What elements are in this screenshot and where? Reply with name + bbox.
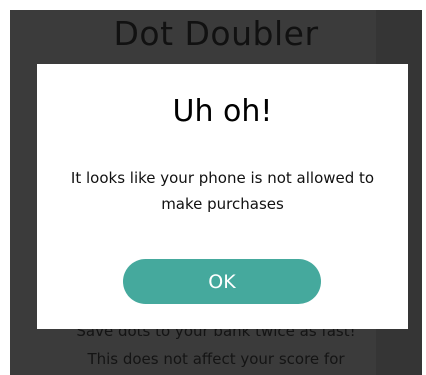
device-frame: Dot Doubler I · Save dots to your bank t…: [0, 0, 426, 375]
dialog-message: It looks like your phone is not allowed …: [70, 169, 375, 213]
feature-description-line: This does not affect your score for: [87, 350, 345, 368]
app-title: Dot Doubler: [113, 14, 319, 53]
error-dialog: Uh oh! It looks like your phone is not a…: [37, 64, 408, 329]
ok-button[interactable]: OK: [123, 259, 321, 304]
dialog-title: Uh oh!: [172, 94, 273, 129]
